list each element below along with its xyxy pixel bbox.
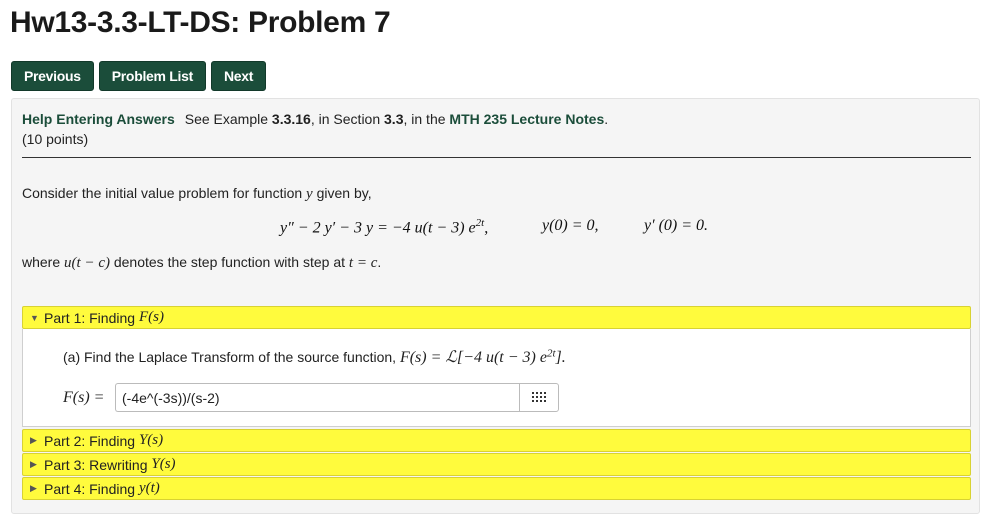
equation-editor-button[interactable] <box>519 383 559 412</box>
part-1-header[interactable]: ▼ Part 1: Finding F(s) <box>22 306 971 329</box>
section-ref: 3.3 <box>384 111 404 127</box>
intro-suffix: given by, <box>312 185 372 201</box>
question-close: ]. <box>555 349 566 366</box>
collapsed-arrow-icon: ▶ <box>30 459 37 469</box>
where-math2: t = c <box>348 255 378 271</box>
in-section-text: , in Section <box>310 111 385 127</box>
help-line: Help Entering Answers See Example 3.3.16,… <box>22 111 608 127</box>
question-exponent: 2t <box>546 347 556 360</box>
answer-label: F(s) = <box>63 389 104 407</box>
intro-text: Consider the initial value problem for f… <box>22 185 372 203</box>
part-1-math: F(s) <box>138 309 164 325</box>
part-4-label: Part 4: Finding <box>44 480 136 497</box>
ic2-text: y′ (0) = 0. <box>644 217 709 234</box>
notes-suffix: . <box>604 111 609 127</box>
problem-panel: Help Entering Answers See Example 3.3.16,… <box>11 98 980 514</box>
answer-input[interactable] <box>115 383 519 412</box>
next-button[interactable]: Next <box>210 61 267 91</box>
ode-equation: y″ − 2 y′ − 3 y = −4 u(t − 3) e2t, <box>280 217 488 237</box>
question-prefix: (a) Find the Laplace Transform of the so… <box>63 349 400 365</box>
answer-label-text: F(s) = <box>63 389 105 406</box>
where-suffix: . <box>377 254 382 270</box>
divider <box>22 157 971 158</box>
collapsed-arrow-icon: ▶ <box>30 435 37 445</box>
part-3-label: Part 3: Rewriting <box>44 456 148 473</box>
where-math: u(t − c) <box>64 255 110 271</box>
intro-var: y <box>306 186 313 202</box>
problem-list-button[interactable]: Problem List <box>98 61 206 91</box>
problem-nav: Previous Problem List Next <box>11 61 267 91</box>
initial-condition-2: y′ (0) = 0. <box>644 217 708 235</box>
where-mid: denotes the step function with step at <box>109 254 349 270</box>
help-entering-answers-link[interactable]: Help Entering Answers <box>22 111 175 127</box>
part-1-body: (a) Find the Laplace Transform of the so… <box>22 329 971 427</box>
previous-button[interactable]: Previous <box>11 61 94 91</box>
expanded-arrow-icon: ▼ <box>30 312 39 323</box>
ode-comma: , <box>484 219 489 237</box>
part-2-math: Y(s) <box>138 432 164 448</box>
part-2-label: Part 2: Finding <box>44 432 136 449</box>
part-1-label: Part 1: Finding <box>44 309 136 326</box>
ic1-text: y(0) = 0, <box>542 217 599 234</box>
part-4-header[interactable]: ▶ Part 4: Finding y(t) <box>22 477 971 500</box>
ode-exponent: 2t <box>475 217 485 229</box>
in-the-text: , in the <box>403 111 450 127</box>
example-ref: 3.3.16 <box>271 111 311 127</box>
part-3-header[interactable]: ▶ Part 3: Rewriting Y(s) <box>22 453 971 476</box>
part-4-math: y(t) <box>138 480 160 496</box>
collapsed-arrow-icon: ▶ <box>30 483 37 493</box>
where-text: where u(t − c) denotes the step function… <box>22 254 381 272</box>
grid-icon <box>532 392 546 403</box>
points-text: (10 points) <box>22 131 89 147</box>
initial-condition-1: y(0) = 0, <box>542 217 599 235</box>
page-title: Hw13-3.3-LT-DS: Problem 7 <box>10 6 391 39</box>
part-2-header[interactable]: ▶ Part 2: Finding Y(s) <box>22 429 971 452</box>
ode-equation-text: y″ − 2 y′ − 3 y = −4 u(t − 3) e <box>280 219 476 237</box>
part-3-math: Y(s) <box>151 456 176 472</box>
intro-prefix: Consider the initial value problem for f… <box>22 185 307 201</box>
see-prefix: See Example <box>184 111 272 127</box>
question-math: F(s) = ℒ[−4 u(t − 3) e <box>399 349 547 366</box>
part-1-question: (a) Find the Laplace Transform of the so… <box>63 347 566 367</box>
where-prefix: where <box>22 254 65 270</box>
lecture-notes-link[interactable]: MTH 235 Lecture Notes <box>449 111 604 127</box>
